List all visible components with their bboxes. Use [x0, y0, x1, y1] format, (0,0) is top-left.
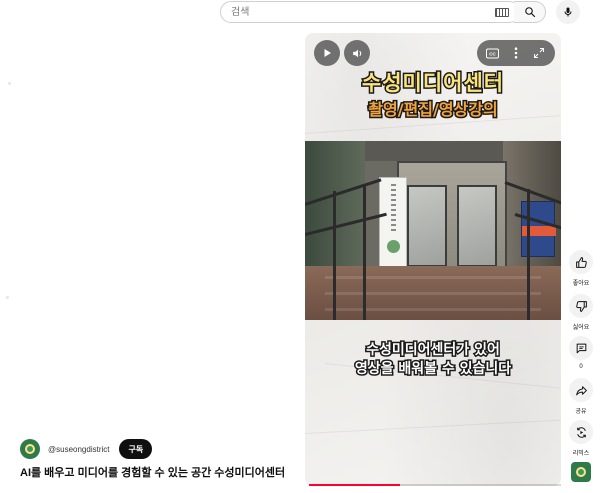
remix-icon [576, 426, 586, 438]
thumbs-down-icon [575, 300, 587, 312]
media-center-entrance-photo [305, 141, 561, 320]
channel-logo-icon [576, 467, 586, 477]
dislike-button[interactable] [569, 294, 593, 318]
search-box[interactable] [220, 1, 520, 23]
share-button[interactable] [569, 378, 593, 402]
shorts-page: 수성미디어센터 촬영/편집/영상강의 [0, 0, 600, 493]
microphone-icon [564, 7, 572, 17]
share-action: 공유 [569, 378, 593, 415]
volume-icon [352, 49, 361, 57]
rail-post [363, 185, 366, 320]
background-mark [6, 296, 9, 299]
floor-step [325, 308, 541, 311]
voice-search-button[interactable] [556, 0, 580, 24]
like-button[interactable] [569, 250, 593, 274]
subscribe-button[interactable]: 구독 [119, 439, 153, 459]
remix-label: 리믹스 [572, 451, 590, 457]
floor-step [325, 292, 541, 295]
share-label: 공유 [575, 409, 587, 415]
banner-text-lines [391, 184, 396, 234]
rail-post [333, 191, 336, 320]
channel-avatar[interactable] [20, 439, 40, 459]
banner-logo [387, 240, 400, 253]
comment-icon [576, 343, 586, 353]
caption-line-1: 수성미디어센터가 있어 [365, 341, 502, 360]
search-button[interactable] [514, 1, 546, 23]
share-icon [575, 385, 587, 395]
svg-text:CC: CC [489, 51, 496, 56]
rail-post [527, 189, 530, 320]
channel-logo-icon [25, 444, 35, 454]
overlay-subtitle: 촬영/편집/영상강의 [367, 99, 499, 121]
dislike-action: 싫어요 [569, 294, 593, 331]
captions-icon: CC [486, 48, 500, 58]
player-controls-group: CC [477, 40, 555, 66]
sound-source-avatar[interactable] [571, 462, 591, 482]
channel-row: @suseongdistrict 구독 [20, 439, 153, 459]
progress-fill [309, 484, 400, 486]
thumbs-up-icon [575, 256, 587, 268]
video-caption: 수성미디어센터가 있어 영상을 배워볼 수 있습니다 [305, 341, 561, 379]
caption-line-2: 영상을 배워볼 수 있습니다 [353, 360, 512, 379]
search-icon [524, 7, 535, 18]
dislike-label: 싫어요 [572, 325, 590, 331]
door-glass-left [407, 185, 447, 267]
like-action: 좋아요 [569, 250, 593, 287]
channel-handle[interactable]: @suseongdistrict [48, 445, 109, 454]
floor-step [325, 276, 541, 279]
remix-action: 리믹스 [569, 420, 593, 457]
fullscreen-icon [534, 48, 545, 58]
overlay-title: 수성미디어센터 [360, 70, 505, 97]
like-label: 좋아요 [572, 281, 590, 287]
more-vertical-icon [514, 47, 518, 59]
standing-banner [379, 177, 407, 269]
glass-door [397, 161, 507, 271]
keyboard-icon[interactable] [495, 7, 509, 17]
more-options-button[interactable] [506, 43, 526, 63]
video-player[interactable]: 수성미디어센터 촬영/편집/영상강의 수성미디어센터가 있어 영상을 배워볼 수… [305, 33, 561, 486]
fullscreen-button[interactable] [529, 43, 549, 63]
comment-count: 0 [579, 364, 583, 370]
comment-button[interactable] [569, 336, 593, 360]
comment-action: 0 [569, 336, 593, 370]
captions-button[interactable]: CC [483, 43, 503, 63]
search-input[interactable] [231, 2, 495, 22]
background-mark [8, 82, 11, 85]
play-icon [324, 49, 331, 57]
volume-button[interactable] [344, 40, 370, 66]
door-glass-right [457, 185, 497, 267]
scene-floor [305, 266, 561, 320]
play-button[interactable] [314, 40, 340, 66]
video-title[interactable]: AI를 배우고 미디어를 경험할 수 있는 공간 수성미디어센터 [20, 464, 285, 480]
remix-button[interactable] [569, 420, 593, 444]
